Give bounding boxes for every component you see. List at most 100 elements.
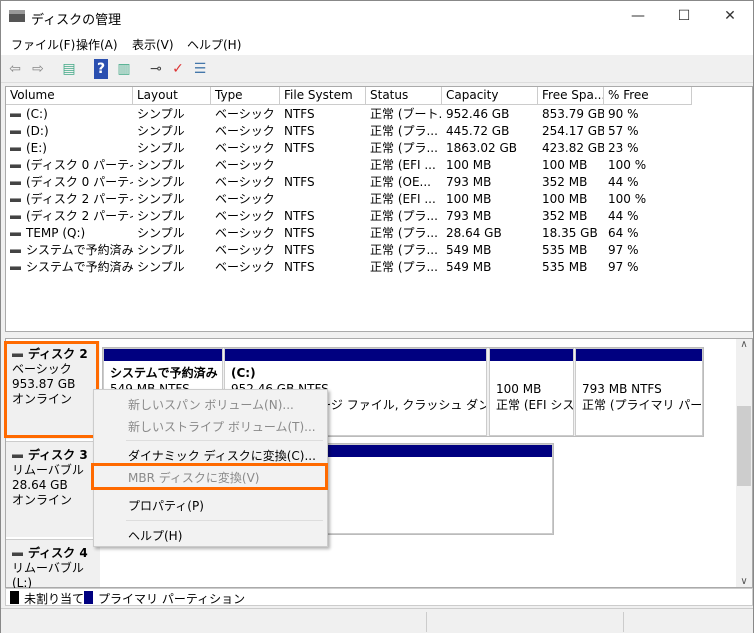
cell-type: ベーシック [211,123,280,140]
cell-volume: (C:) [6,106,133,123]
table-row[interactable]: (E:) シンプル ベーシック NTFS 正常 (プラ... 1863.02 GB 423.… [6,140,696,157]
cell-text: 正常 (EFI ... [370,158,436,172]
cell-text: 423.82 GB [542,141,604,155]
col-status[interactable]: Status [366,87,442,105]
table-row[interactable]: システムで予約済み シンプル ベーシック NTFS 正常 (プラ... 549 MB 535… [6,242,696,259]
cell-text: シンプル [137,107,185,121]
connect-disk-icon[interactable]: ⊸ [146,59,166,79]
volume-icon [10,197,21,202]
partition-primary[interactable]: 793 MB NTFS 正常 (プライマリ パーティ [575,348,703,436]
cell-file-system: NTFS [280,174,366,191]
cell-percent-free: 64 % [604,225,692,242]
disk-3-label[interactable]: ディスク 3 リムーバブル 28.64 GB オンライン [6,441,100,537]
cell-layout: シンプル [133,140,211,157]
cell-text: シンプル [137,158,185,172]
disk-management-window: ディスクの管理 — ☐ ✕ ファイル(F) 操作(A) 表示(V) ヘルプ(H)… [0,0,754,633]
cell-text: ベーシック [215,107,275,121]
legend-primary-partition: プライマリ パーティション [98,592,246,606]
col-volume[interactable]: Volume [6,87,133,105]
cell-text: システムで予約済み [26,243,133,257]
cell-layout: シンプル [133,242,211,259]
help-icon[interactable]: ? [94,59,108,79]
partition-size: 100 MB [496,382,542,396]
menu-new-spanned-volume[interactable]: 新しいスパン ボリューム(N)... [128,396,294,413]
menu-action[interactable]: 操作(A) [76,36,118,53]
partition-label: システムで予約済み [110,366,218,380]
cell-volume: システムで予約済み [6,259,133,276]
col-type[interactable]: Type [211,87,280,105]
cell-text: 23 % [608,141,639,155]
volume-icon [10,248,21,253]
col-capacity[interactable]: Capacity [442,87,538,105]
cell-text: 1863.02 GB [446,141,517,155]
menu-properties[interactable]: プロパティ(P) [128,497,204,514]
cell-type: ベーシック [211,259,280,276]
cell-text: 正常 (OE... [370,175,431,189]
table-row[interactable]: システムで予約済み シンプル ベーシック NTFS 正常 (プラ... 549 MB 535… [6,259,696,276]
col-file-system[interactable]: File System [280,87,366,105]
cell-text: NTFS [284,226,315,240]
scroll-up-icon[interactable]: ∧ [736,339,752,350]
volume-icon [10,214,21,219]
minimize-button[interactable]: — [615,1,661,33]
menu-help[interactable]: ヘルプ(H) [187,36,241,53]
table-row[interactable]: (D:) シンプル ベーシック NTFS 正常 (プラ... 445.72 GB 254.1… [6,123,696,140]
maximize-button[interactable]: ☐ [661,1,707,33]
table-row[interactable]: (ディスク 0 パーティシ... シンプル ベーシック NTFS 正常 (OE... 79… [6,174,696,191]
scroll-down-icon[interactable]: ∨ [736,576,752,587]
menu-convert-to-dynamic[interactable]: ダイナミック ディスクに変換(C)... [128,447,316,464]
vertical-scrollbar[interactable]: ∧ ∨ [736,339,752,587]
scrollbar-thumb[interactable] [737,406,751,486]
cell-type: ベーシック [211,157,280,174]
volume-list: Volume Layout Type File System Status Ca… [5,86,753,332]
cell-text: シンプル [137,209,185,223]
menu-view[interactable]: 表示(V) [132,36,174,53]
cell-status: 正常 (OE... [366,174,442,191]
cell-volume: (ディスク 2 パーティシ... [6,208,133,225]
menu-bar: ファイル(F) 操作(A) 表示(V) ヘルプ(H) [1,33,753,55]
disk-icon [12,551,23,556]
show-hide-console-tree-icon[interactable]: ▤ [59,59,79,79]
show-action-pane-icon[interactable]: ▥ [114,59,134,79]
table-row[interactable]: (ディスク 2 パーティシ... シンプル ベーシック 正常 (EFI ... 100 … [6,191,696,208]
table-row[interactable]: TEMP (Q:) シンプル ベーシック NTFS 正常 (プラ... 28.64 GB 1… [6,225,696,242]
disk-name: ディスク 4 [28,546,88,560]
cell-volume: (ディスク 0 パーティシ... [6,174,133,191]
cell-text: NTFS [284,260,315,274]
checklist-icon[interactable]: ✓ [168,59,188,79]
cell-free-space: 352 MB [538,174,604,191]
cell-text: (ディスク 2 パーティシ... [26,209,133,223]
cell-text: 44 % [608,175,639,189]
cell-text: (E:) [26,141,47,155]
cell-layout: シンプル [133,106,211,123]
table-row[interactable]: (ディスク 0 パーティシ... シンプル ベーシック 正常 (EFI ... 100 … [6,157,696,174]
disk-name: ディスク 3 [28,448,88,462]
col-percent-free[interactable]: % Free [604,87,692,105]
primary-partition-swatch [84,591,93,604]
close-button[interactable]: ✕ [707,1,753,33]
cell-text: 549 MB [446,243,492,257]
cell-file-system: NTFS [280,225,366,242]
disk-icon [12,453,23,458]
col-free-space[interactable]: Free Spa... [538,87,604,105]
col-layout[interactable]: Layout [133,87,211,105]
partition-efi[interactable]: 100 MB 正常 (EFI システ [489,348,574,436]
forward-icon[interactable]: ⇨ [28,59,48,79]
disk-4-label[interactable]: ディスク 4 リムーバブル (L:) [6,539,100,590]
legend: 未割り当て プライマリ パーティション [5,588,753,606]
menu-help-item[interactable]: ヘルプ(H) [128,527,182,544]
cell-text: (ディスク 0 パーティシ... [26,175,133,189]
partition-status: 正常 (プライマリ パーティ [582,398,702,412]
back-icon[interactable]: ⇦ [5,59,25,79]
properties-icon[interactable]: ☰ [190,59,210,79]
table-row[interactable]: (C:) シンプル ベーシック NTFS 正常 (ブート... 952.46 GB 853.… [6,106,696,123]
menu-new-striped-volume[interactable]: 新しいストライプ ボリューム(T)... [128,418,316,435]
table-row[interactable]: (ディスク 2 パーティシ... シンプル ベーシック NTFS 正常 (プラ... 79… [6,208,696,225]
cell-text: 535 MB [542,260,588,274]
cell-text: システムで予約済み [26,260,133,274]
menu-file[interactable]: ファイル(F) [11,36,75,53]
cell-text: 100 % [608,158,647,172]
cell-free-space: 254.17 GB [538,123,604,140]
cell-volume: (D:) [6,123,133,140]
volume-icon [10,112,21,117]
